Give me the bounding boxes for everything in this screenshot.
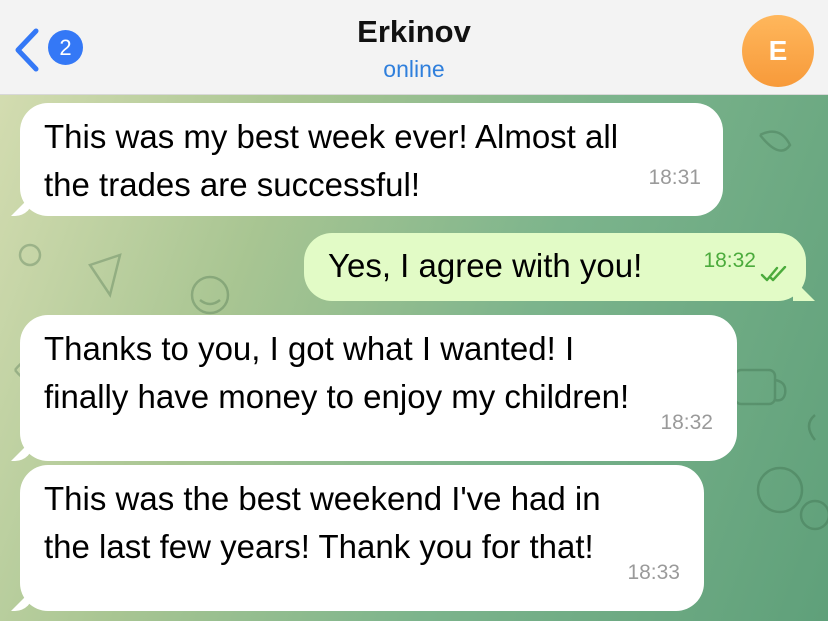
message-bubble[interactable]: Yes, I agree with you! 18:32 [304,233,806,301]
message-bubble[interactable]: This was my best week ever! Almost all t… [20,103,723,216]
chat-header: 2 Erkinov online E [0,0,828,95]
double-check-icon [760,266,787,282]
contact-status: online [383,56,445,82]
message-text: This was the best weekend I've had in th… [44,480,601,565]
message-list[interactable]: This was my best week ever! Almost all t… [0,95,828,621]
message-text: This was my best week ever! Almost all t… [44,118,619,203]
message-text: Yes, I agree with you! [328,247,643,284]
message-text: Thanks to you, I got what I wanted! I fi… [44,330,630,415]
message-time: 18:32 [660,411,713,434]
message-bubble[interactable]: This was the best weekend I've had in th… [20,465,704,611]
contact-name[interactable]: Erkinov [0,14,828,50]
message-time: 18:31 [648,166,701,189]
avatar[interactable]: E [742,15,814,87]
message-time: 18:32 [703,249,756,272]
message-time: 18:33 [627,561,680,584]
message-bubble[interactable]: Thanks to you, I got what I wanted! I fi… [20,315,737,461]
